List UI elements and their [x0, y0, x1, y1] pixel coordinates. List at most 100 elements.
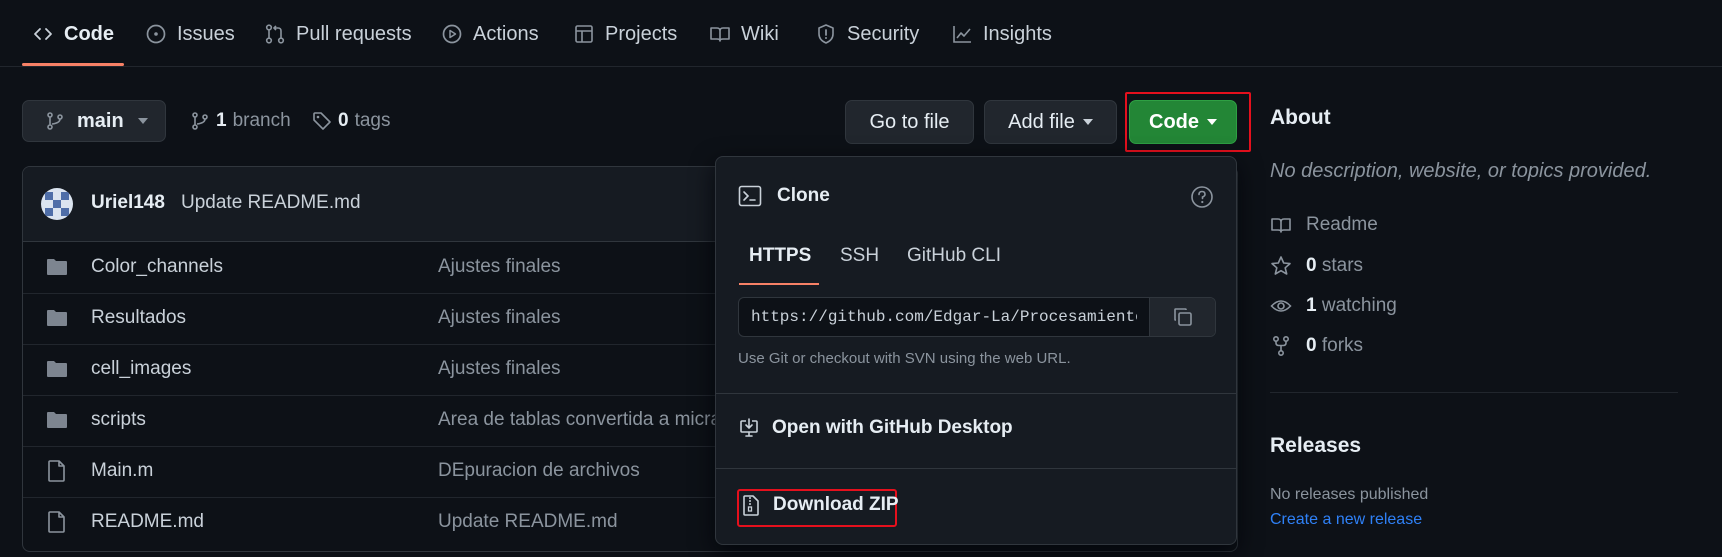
tags-link[interactable]: 0 tags [312, 110, 391, 132]
avatar[interactable] [41, 188, 73, 220]
file-name[interactable]: README.md [91, 511, 204, 533]
forks-label: forks [1321, 335, 1364, 356]
tag-label: tags [354, 110, 391, 131]
book-icon [710, 27, 730, 42]
no-releases-text: No releases published [1270, 486, 1429, 503]
tab-projects[interactable]: Projects [573, 14, 677, 54]
pull-request-icon [265, 24, 285, 44]
create-release-link[interactable]: Create a new release [1270, 511, 1422, 529]
go-to-file-button[interactable]: Go to file [845, 100, 974, 144]
folder-icon [47, 361, 67, 377]
star-icon [1271, 256, 1291, 275]
shield-icon [818, 24, 834, 44]
tab-pull-requests[interactable]: Pull requests [264, 14, 412, 54]
tab-label: Pull requests [296, 22, 412, 45]
tab-security[interactable]: Security [815, 14, 919, 54]
chevron-down-icon [137, 118, 148, 124]
file-name[interactable]: Resultados [91, 307, 186, 329]
branch-name: main [77, 109, 124, 132]
active-tab-indicator [739, 283, 819, 285]
tab-label: Insights [983, 22, 1052, 45]
file-commit-message[interactable]: Update README.md [438, 511, 618, 533]
watching-count: 1 [1306, 295, 1317, 316]
tab-wiki[interactable]: Wiki [709, 14, 779, 54]
stars-label: stars [1321, 255, 1364, 276]
tab-actions[interactable]: Actions [441, 14, 539, 54]
graph-icon [953, 26, 971, 43]
forks-count: 0 [1306, 335, 1317, 356]
code-button-label: Code [1149, 110, 1199, 133]
desktop-download-icon [740, 418, 758, 437]
help-icon[interactable] [1190, 185, 1214, 209]
stars-link[interactable]: 0 stars [1270, 255, 1363, 277]
book-icon [1271, 218, 1291, 233]
watching-label: watching [1321, 295, 1397, 316]
tab-label: Issues [177, 22, 235, 45]
download-zip-label: Download ZIP [773, 494, 899, 515]
open-desktop-item[interactable]: Open with GitHub Desktop [738, 417, 1013, 439]
clone-hint: Use Git or checkout with SVN using the w… [738, 350, 1071, 367]
fork-icon [1272, 335, 1290, 357]
clone-title: Clone [777, 185, 830, 206]
play-icon [442, 24, 462, 44]
tab-insights[interactable]: Insights [951, 14, 1052, 54]
branches-link[interactable]: 1 branch [190, 110, 291, 132]
file-commit-message[interactable]: Ajustes finales [438, 307, 561, 329]
add-file-button[interactable]: Add file [984, 100, 1117, 144]
tab-label: Wiki [741, 22, 779, 45]
commit-author[interactable]: Uriel148 [91, 192, 165, 214]
about-title: About [1270, 106, 1331, 129]
branch-select-button[interactable]: main [22, 100, 166, 142]
branch-count: 1 [216, 110, 227, 131]
terminal-icon [738, 185, 762, 207]
divider [1270, 392, 1678, 393]
file-icon [48, 460, 65, 482]
releases-title[interactable]: Releases [1270, 434, 1361, 458]
download-zip-item[interactable]: Download ZIP [741, 494, 899, 516]
clone-tab-https[interactable]: HTTPS [749, 245, 811, 267]
avatar-pattern-icon [45, 192, 69, 216]
stars-count: 0 [1306, 255, 1317, 276]
tab-code[interactable]: Code [32, 14, 114, 54]
file-name[interactable]: cell_images [91, 358, 191, 380]
file-name[interactable]: Color_channels [91, 256, 223, 278]
code-dropdown: Clone HTTPS SSH GitHub CLI Use Git or ch… [715, 156, 1237, 545]
tag-icon [313, 112, 331, 130]
code-button[interactable]: Code [1129, 100, 1237, 144]
file-icon [48, 511, 65, 533]
chevron-down-icon [1082, 119, 1093, 125]
folder-icon [47, 310, 67, 326]
code-icon [34, 28, 52, 40]
eye-icon [1270, 300, 1292, 312]
clone-tab-cli[interactable]: GitHub CLI [907, 245, 1001, 267]
tab-issues[interactable]: Issues [145, 14, 235, 54]
tab-label: Security [847, 22, 920, 45]
clone-url-input[interactable] [739, 298, 1149, 336]
about-description: No description, website, or topics provi… [1270, 160, 1652, 182]
watching-link[interactable]: 1 watching [1270, 295, 1397, 317]
file-commit-message[interactable]: DEpuracion de archivos [438, 460, 640, 482]
copy-icon [1174, 308, 1192, 326]
readme-label: Readme [1306, 214, 1378, 235]
file-name[interactable]: Main.m [91, 460, 153, 482]
chevron-down-icon [1207, 119, 1217, 125]
clone-tab-ssh[interactable]: SSH [840, 245, 879, 267]
table-icon [575, 25, 593, 43]
file-commit-message[interactable]: Ajustes finales [438, 256, 561, 278]
file-name[interactable]: scripts [91, 409, 146, 431]
commit-message[interactable]: Update README.md [181, 192, 361, 214]
forks-link[interactable]: 0 forks [1270, 335, 1363, 357]
branch-label: branch [232, 110, 291, 131]
tab-label: Actions [473, 22, 539, 45]
branch-icon [192, 112, 208, 130]
branch-icon [47, 112, 63, 130]
readme-link[interactable]: Readme [1270, 214, 1378, 236]
open-desktop-label: Open with GitHub Desktop [772, 417, 1013, 438]
copy-url-button[interactable] [1149, 298, 1215, 336]
file-zip-icon [743, 495, 759, 516]
file-commit-message[interactable]: Area de tablas convertida a micras [438, 409, 731, 431]
issue-icon [146, 24, 166, 44]
divider [716, 468, 1236, 469]
file-commit-message[interactable]: Ajustes finales [438, 358, 561, 380]
folder-icon [47, 412, 67, 428]
